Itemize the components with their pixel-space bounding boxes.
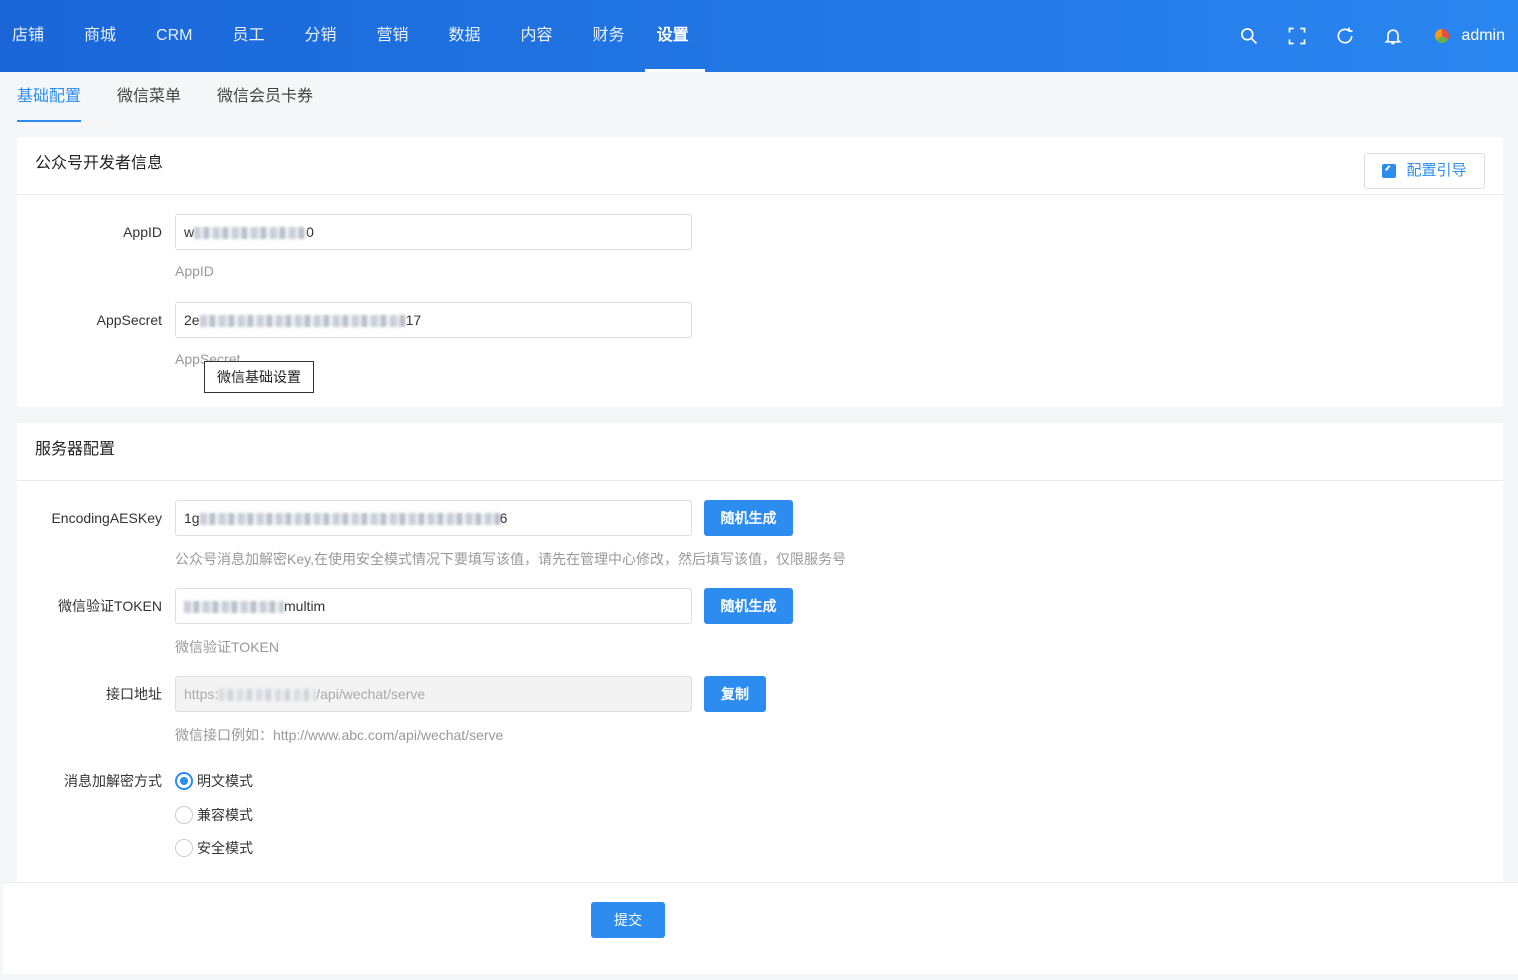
api-url-input[interactable]: https: /api/wechat/serve xyxy=(175,676,692,712)
aeskey-random-button[interactable]: 随机生成 xyxy=(704,500,793,536)
api-url-label: 接口地址 xyxy=(106,686,162,702)
radio-button[interactable] xyxy=(175,772,193,790)
copy-button[interactable]: 复制 xyxy=(704,676,766,712)
edit-icon xyxy=(1382,164,1397,178)
username[interactable]: admin xyxy=(1461,27,1505,45)
nav-item-mall[interactable]: 商城 xyxy=(56,0,136,72)
main-nav: 店铺 商城 CRM 员工 分销 营销 数据 内容 财务 设置 xyxy=(0,0,705,72)
appsecret-value-prefix: 2e xyxy=(184,312,200,328)
redacted-value xyxy=(184,601,284,614)
search-icon[interactable] xyxy=(1238,25,1260,47)
tab-wechat-menu[interactable]: 微信菜单 xyxy=(117,72,181,122)
radio-label: 安全模式 xyxy=(197,840,253,856)
server-config-header: 服务器配置 xyxy=(17,423,1503,481)
nav-item-distribution[interactable]: 分销 xyxy=(284,0,356,72)
aeskey-label: EncodingAESKey xyxy=(51,510,162,526)
bell-icon[interactable] xyxy=(1382,25,1404,47)
tab-basic-config[interactable]: 基础配置 xyxy=(17,72,82,122)
nav-item-staff[interactable]: 员工 xyxy=(212,0,284,72)
appid-hint: AppID xyxy=(175,263,214,279)
appid-value-prefix: w xyxy=(184,224,195,240)
developer-info-title: 公众号开发者信息 xyxy=(35,155,164,172)
appid-label: AppID xyxy=(123,224,162,240)
token-hint: 微信验证TOKEN xyxy=(175,639,279,655)
aeskey-value-suffix: 6 xyxy=(499,510,508,526)
encrypt-mode-label: 消息加解密方式 xyxy=(64,773,162,789)
radio-button[interactable] xyxy=(175,839,193,857)
tab-wechat-member-card[interactable]: 微信会员卡券 xyxy=(217,72,313,122)
redacted-value xyxy=(218,689,317,702)
radio-plaintext-mode[interactable]: 明文模式 xyxy=(175,771,253,791)
radio-compatible-mode[interactable]: 兼容模式 xyxy=(175,805,253,825)
refresh-icon[interactable] xyxy=(1334,25,1356,47)
developer-info-header: 公众号开发者信息 配置引导 xyxy=(17,137,1503,195)
radio-button[interactable] xyxy=(175,806,193,824)
api-url-hint: 微信接口例如：http://www.abc.com/api/wechat/ser… xyxy=(175,727,504,743)
radio-secure-mode[interactable]: 安全模式 xyxy=(175,838,253,858)
nav-item-finance[interactable]: 财务 xyxy=(573,0,645,72)
config-guide-label: 配置引导 xyxy=(1406,162,1467,179)
top-navbar: 店铺 商城 CRM 员工 分销 营销 数据 内容 财务 设置 admin xyxy=(0,0,1518,72)
nav-item-data[interactable]: 数据 xyxy=(429,0,501,72)
redacted-value xyxy=(199,513,500,526)
nav-item-marketing[interactable]: 营销 xyxy=(357,0,429,72)
appid-input[interactable]: w0 xyxy=(175,214,692,250)
nav-item-crm[interactable]: CRM xyxy=(136,0,212,72)
nav-right-tools: admin xyxy=(1225,0,1518,72)
fullscreen-icon[interactable] xyxy=(1286,25,1308,47)
api-url-value-suffix: /api/wechat/serve xyxy=(316,686,426,702)
api-url-value-prefix: https: xyxy=(184,686,219,702)
submit-button[interactable]: 提交 xyxy=(591,902,665,938)
radio-label: 兼容模式 xyxy=(197,807,253,823)
server-config-title: 服务器配置 xyxy=(35,441,116,458)
token-random-button[interactable]: 随机生成 xyxy=(704,588,793,624)
sub-tabs: 基础配置 微信菜单 微信会员卡券 xyxy=(17,72,349,122)
avatar[interactable] xyxy=(1435,29,1450,43)
nav-item-content[interactable]: 内容 xyxy=(501,0,573,72)
appsecret-input[interactable]: 2e 17 xyxy=(175,302,692,338)
nav-item-settings[interactable]: 设置 xyxy=(644,0,705,72)
aeskey-hint: 公众号消息加解密Key,在使用安全模式情况下要填写该值，请先在管理中心修改，然后… xyxy=(175,551,846,567)
nav-item-store[interactable]: 店铺 xyxy=(0,0,56,72)
redacted-value xyxy=(199,315,406,328)
token-input[interactable]: multim xyxy=(175,588,692,624)
appsecret-value-suffix: 17 xyxy=(405,312,422,328)
token-label: 微信验证TOKEN xyxy=(58,598,162,614)
radio-label: 明文模式 xyxy=(197,773,253,789)
server-config-card: 服务器配置 EncodingAESKey 1g 6 随机生成 公众号消息加解密Ke… xyxy=(17,423,1503,883)
aeskey-input[interactable]: 1g 6 xyxy=(175,500,692,536)
footer-bar: 提交 xyxy=(3,882,1518,974)
aeskey-value-prefix: 1g xyxy=(184,510,200,526)
token-value-suffix: multim xyxy=(284,598,326,614)
redacted-value xyxy=(194,227,307,240)
appsecret-label: AppSecret xyxy=(96,312,162,328)
tooltip: 微信基础设置 xyxy=(204,361,314,393)
appid-value-suffix: 0 xyxy=(306,224,314,240)
config-guide-button[interactable]: 配置引导 xyxy=(1364,153,1485,189)
